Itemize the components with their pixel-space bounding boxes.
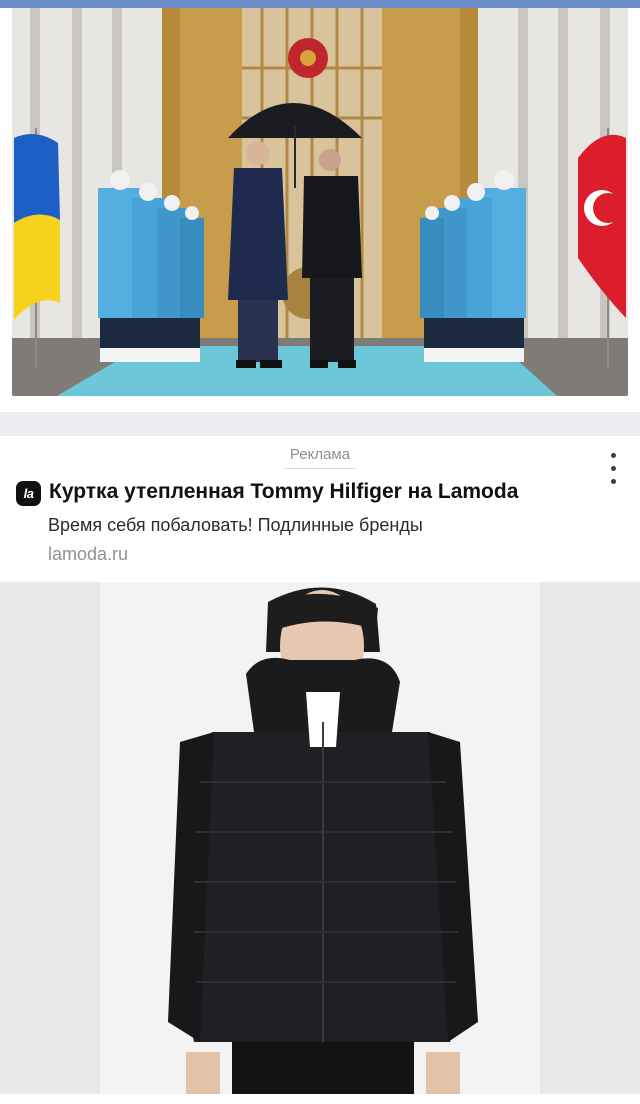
lamoda-logo-icon[interactable]: la: [16, 481, 41, 506]
ad-label: Реклама: [289, 446, 351, 463]
feed-separator: [0, 412, 640, 436]
more-vertical-icon: [610, 452, 616, 458]
ad-post: Реклама la Куртка утепленная Tommy Hilfi…: [0, 436, 640, 1104]
more-vertical-icon-dot: [610, 465, 616, 471]
post-photo[interactable]: [12, 8, 628, 396]
ad-description: Время себя побаловать! Подлинные бренды: [48, 515, 423, 535]
post-card: [0, 8, 640, 400]
top-accent-strip: [0, 0, 640, 8]
more-options-button[interactable]: [596, 448, 630, 488]
ad-domain-link[interactable]: lamoda.ru: [48, 544, 128, 565]
ad-product-image[interactable]: [0, 582, 640, 1094]
ad-label-divider: [284, 468, 356, 469]
ad-title[interactable]: Куртка утепленная Tommy Hilfiger на Lamo…: [49, 480, 518, 504]
more-vertical-icon-dot: [610, 478, 616, 484]
